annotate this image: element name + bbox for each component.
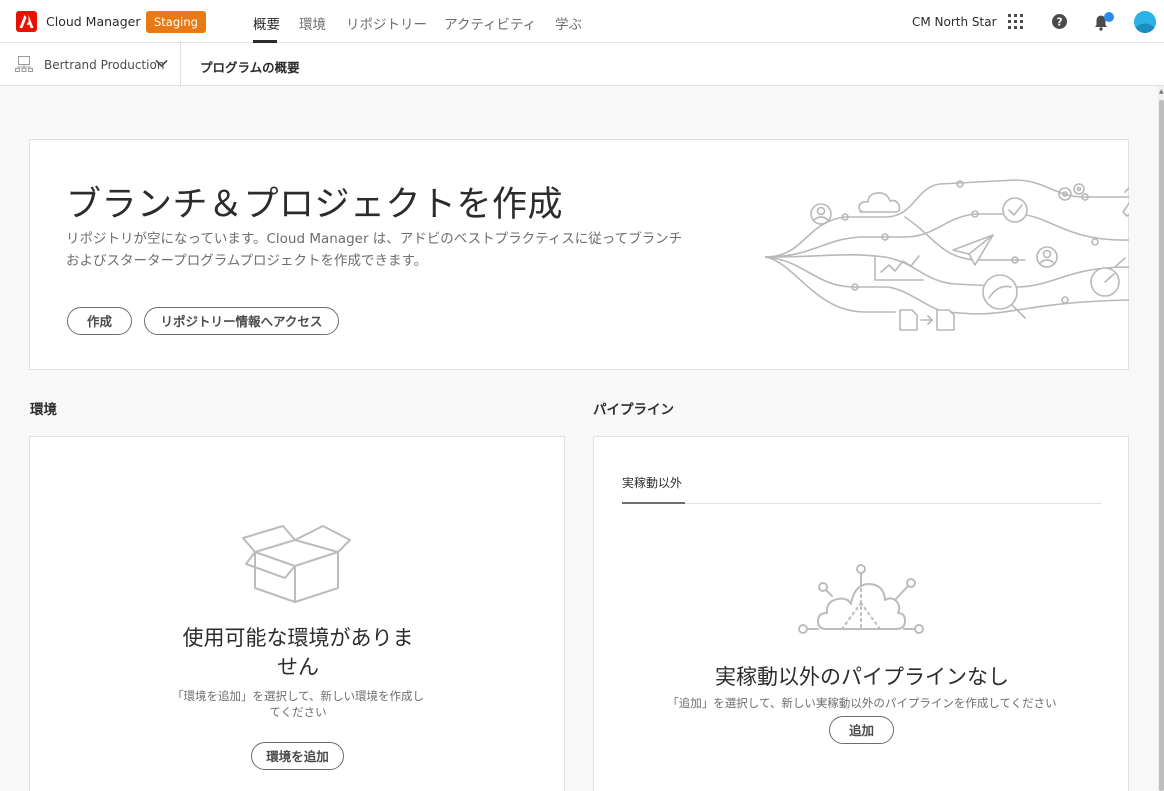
empty-environments-desc-line-2: てください <box>269 705 327 719</box>
empty-environments-description: 「環境を追加」を選択して、新しい環境を作成し てください <box>148 688 448 720</box>
page-title: プログラムの概要 <box>200 60 300 75</box>
app-switcher-icon[interactable] <box>1008 14 1023 29</box>
app-name[interactable]: Cloud Manager <box>46 14 140 29</box>
top-bar: Cloud Manager Staging 概要 環境 リポジトリー アクティビ… <box>0 0 1164 43</box>
create-branch-card: ブランチ＆プロジェクトを作成 リポジトリが空になっています。Cloud Mana… <box>29 139 1129 370</box>
workflow-illustration <box>765 179 1129 331</box>
scroll-up-arrow[interactable]: ▲ <box>1159 88 1164 95</box>
hero-description-line-2: およびスタータープログラムプロジェクトを作成できます。 <box>66 253 428 269</box>
hero-description: リポジトリが空になっています。Cloud Manager は、アドビのベストプラ… <box>66 228 726 272</box>
add-environment-button[interactable]: 環境を追加 <box>251 742 344 770</box>
pipelines-card: 実稼動以外 実稼動以外のパイプラインなし 「追加」を選択して、新しい実稼動以外の… <box>593 436 1129 791</box>
empty-environments-desc-line-1: 「環境を追加」を選択して、新しい環境を作成し <box>171 689 425 703</box>
nav-repositories[interactable]: リポジトリー <box>346 13 427 33</box>
nav-learn[interactable]: 学ぶ <box>555 13 582 33</box>
cloud-pipeline-icon <box>798 564 924 634</box>
hero-description-line-1: リポジトリが空になっています。Cloud Manager は、アドビのベストプラ… <box>66 231 683 247</box>
svg-text:?: ? <box>1056 17 1062 29</box>
org-switcher[interactable]: CM North Star <box>912 15 997 29</box>
divider <box>180 43 181 86</box>
adobe-logo-icon[interactable] <box>16 11 37 32</box>
empty-pipelines-description: 「追加」を選択して、新しい実稼動以外のパイプラインを作成してください <box>667 696 1057 710</box>
empty-environments-title-line-2: せん <box>277 655 319 679</box>
hero-title: ブランチ＆プロジェクトを作成 <box>66 185 564 225</box>
program-bar: Bertrand Production プログラムの概要 <box>0 43 1164 86</box>
add-pipeline-button[interactable]: 追加 <box>829 716 894 744</box>
tab-bar-divider <box>622 503 1101 504</box>
nav-overview[interactable]: 概要 <box>253 13 280 33</box>
tab-non-production[interactable]: 実稼動以外 <box>622 474 682 491</box>
create-button[interactable]: 作成 <box>67 307 132 335</box>
pipelines-heading: パイプライン <box>593 402 674 418</box>
program-selector[interactable]: Bertrand Production <box>44 58 164 72</box>
staging-badge: Staging <box>146 11 206 33</box>
user-avatar[interactable] <box>1134 11 1156 33</box>
empty-pipelines-title: 実稼動以外のパイプラインなし <box>715 665 1009 689</box>
help-icon[interactable]: ? <box>1052 14 1067 29</box>
chevron-down-icon[interactable] <box>155 59 168 68</box>
empty-environments-title-line-1: 使用可能な環境がありま <box>182 626 414 650</box>
active-tab-indicator <box>622 502 685 504</box>
notification-bell-icon[interactable] <box>1093 12 1119 32</box>
empty-environments-title: 使用可能な環境がありま せん <box>130 624 466 682</box>
environments-heading: 環境 <box>30 402 57 418</box>
nav-activity[interactable]: アクティビティ <box>444 13 536 33</box>
environments-card: 使用可能な環境がありま せん 「環境を追加」を選択して、新しい環境を作成し てく… <box>29 436 565 791</box>
repository-info-button[interactable]: リポジトリー情報へアクセス <box>144 307 339 335</box>
program-icon <box>15 56 33 72</box>
scrollbar-thumb[interactable] <box>1159 100 1164 791</box>
empty-box-icon <box>242 525 351 603</box>
nav-environments[interactable]: 環境 <box>299 13 326 33</box>
